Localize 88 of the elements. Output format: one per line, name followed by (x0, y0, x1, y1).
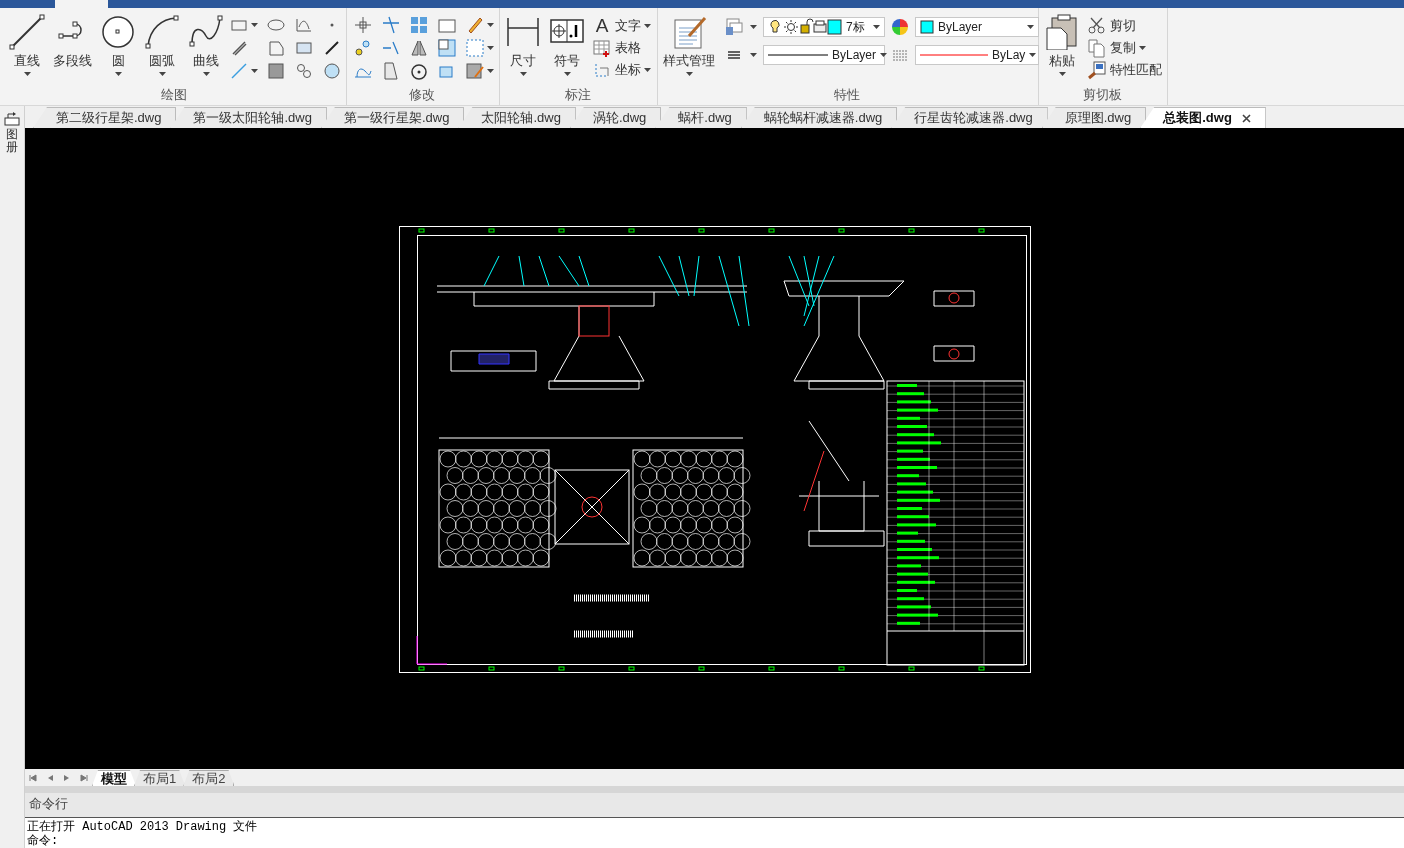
file-tab[interactable]: 蜗轮蜗杆减速器.dwg (740, 107, 898, 128)
line-sample-icon (920, 53, 988, 57)
arc-icon (144, 14, 180, 50)
caret-icon (251, 23, 258, 27)
ribbon-tool-button[interactable]: 多段线 (50, 12, 95, 72)
layer-state-icon (768, 18, 842, 36)
ribbon-group-title: 剪切板 (1081, 87, 1123, 104)
color-swatch-icon (920, 20, 934, 34)
copy-icon (1087, 38, 1107, 58)
caret-icon (1027, 25, 1034, 29)
spline-icon (188, 14, 224, 50)
line-icon (9, 14, 45, 50)
ribbon-tool-button[interactable]: 剪切 (1085, 15, 1164, 37)
layout-tab[interactable]: 布局1 (134, 770, 186, 786)
ribbon-tool-button[interactable]: 粘贴 (1041, 12, 1083, 78)
file-tab[interactable]: 行星齿轮减速器.dwg (891, 107, 1048, 128)
color-wheel-icon[interactable] (891, 18, 909, 36)
hatch-icon[interactable] (266, 61, 286, 81)
file-tab[interactable]: 太阳轮轴.dwg (458, 107, 576, 128)
linetype-dropdown[interactable]: ByLayer (763, 45, 885, 65)
file-tab[interactable]: 第二级行星架.dwg (33, 107, 177, 128)
file-tab[interactable]: 第一级太阳轮轴.dwg (170, 107, 327, 128)
ribbon-group-title: 标注 (563, 87, 592, 104)
caret-icon (750, 53, 757, 57)
circles-icon[interactable] (294, 61, 314, 81)
lineweight-dropdown[interactable]: ByLay (915, 45, 1039, 65)
match-properties-icon (1087, 60, 1107, 80)
file-tab[interactable]: 原理图.dwg (1041, 107, 1147, 128)
layers-icon[interactable] (724, 17, 744, 37)
caret-icon (251, 69, 258, 73)
move-icon[interactable] (353, 15, 373, 35)
ribbon-tool-button[interactable]: 符号 (546, 12, 588, 78)
previous-icon[interactable] (46, 773, 54, 782)
clipboard-icon (1044, 14, 1080, 50)
sheet-set-icon[interactable] (4, 112, 20, 126)
file-tab[interactable]: 总装图.dwg (1140, 107, 1266, 128)
panel-icon[interactable] (437, 38, 457, 58)
layer-dropdown[interactable]: 7标 (763, 17, 885, 37)
ribbon-tool-button[interactable]: 样式管理 (660, 12, 718, 78)
first-page-icon[interactable] (29, 773, 37, 782)
hatch-edit-icon[interactable] (465, 61, 485, 81)
caret-icon (1029, 53, 1037, 57)
ribbon-group-title: 特性 (833, 87, 861, 104)
file-tab[interactable]: 第一级行星架.dwg (320, 107, 465, 128)
command-output-line: 正在打开 AutoCAD 2013 Drawing 文件 (27, 820, 259, 834)
ribbon-tool-button[interactable]: 圆 (97, 12, 139, 78)
scissors-icon (1087, 16, 1107, 36)
caret-icon (487, 23, 494, 27)
ribbon-group-title: 修改 (408, 87, 436, 104)
last-page-icon[interactable] (80, 773, 88, 782)
command-output-line: 命令: (27, 834, 60, 848)
array-icon[interactable] (409, 15, 429, 35)
layout-tab[interactable]: 模型 (92, 770, 136, 786)
rotate-icon[interactable] (409, 61, 429, 81)
mirror-icon[interactable] (409, 38, 429, 58)
wedge-icon[interactable] (322, 61, 342, 81)
ribbon-tool-button[interactable]: 坐标 (590, 59, 653, 81)
caret-icon (880, 53, 888, 57)
file-tab[interactable]: 涡轮.dwg (569, 107, 662, 128)
table-icon (592, 38, 612, 58)
caret-icon (750, 25, 757, 29)
caret-icon (873, 25, 880, 29)
trim-icon[interactable] (381, 15, 401, 35)
file-tab[interactable]: 蜗杆.dwg (655, 107, 747, 128)
caret-icon (487, 69, 494, 73)
ribbon-tool-button[interactable]: 表格 (590, 37, 653, 59)
ribbon-group-title: 绘图 (160, 87, 188, 104)
polygon-icon[interactable] (266, 38, 286, 58)
ribbon-tool-button[interactable]: 曲线 (185, 12, 227, 78)
scale-icon[interactable] (381, 61, 401, 81)
style-manager-icon (671, 14, 707, 50)
ribbon-tool-button[interactable]: 复制 (1085, 37, 1164, 59)
ribbon-tool-button[interactable]: 特性匹配 (1085, 59, 1164, 81)
sidebar-label[interactable]: 图册 (6, 128, 18, 155)
line-sample-icon (768, 53, 828, 57)
selection-icon[interactable] (465, 38, 485, 58)
ribbon-tool-button[interactable]: A 文字 (590, 15, 653, 37)
close-icon[interactable] (1241, 113, 1251, 123)
color-dropdown[interactable]: ByLayer (915, 17, 1039, 37)
ribbon-tool-button[interactable]: 直线 (6, 12, 48, 78)
next-icon[interactable] (63, 773, 71, 782)
layout-tab[interactable]: 布局2 (183, 770, 235, 786)
ribbon-tool-button[interactable]: 圆弧 (141, 12, 183, 78)
circle-icon (100, 14, 136, 50)
command-line-title: 命令行 (28, 795, 69, 813)
ribbon-tool-button[interactable]: 尺寸 (502, 12, 544, 78)
copy-icon[interactable] (353, 38, 373, 58)
caret-icon (487, 46, 494, 50)
